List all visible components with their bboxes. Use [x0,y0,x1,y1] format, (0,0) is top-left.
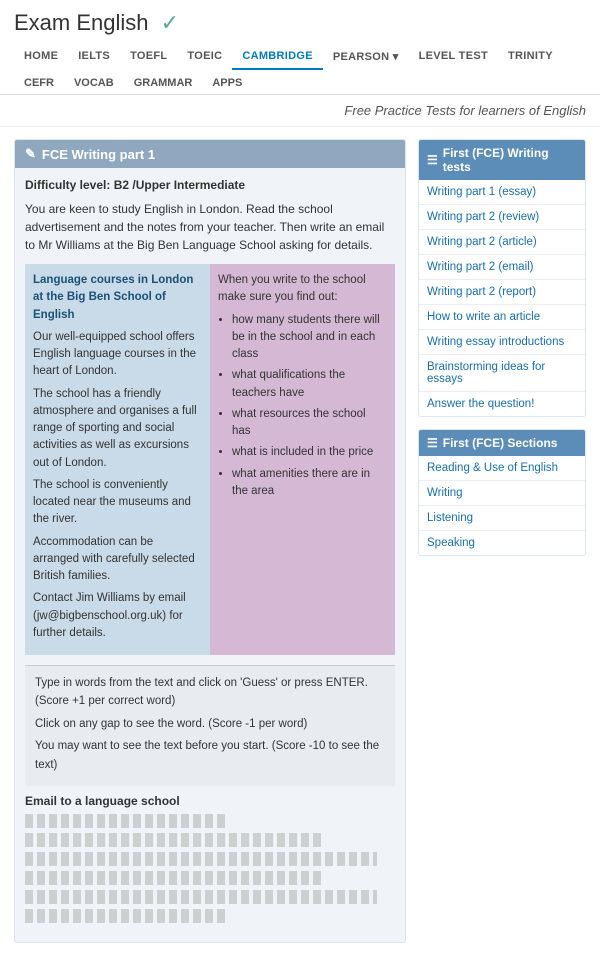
sections-body: Reading & Use of English Writing Listeni… [419,456,585,555]
list-item: how many students there will be in the s… [232,312,387,364]
nav-secondary-item[interactable]: VOCAB [64,72,124,94]
list-icon: ☰ [427,436,438,450]
nav-secondary-item[interactable]: GRAMMAR [124,72,203,94]
nav-item[interactable]: CAMBRIDGE [232,44,323,70]
nav-item[interactable]: TRINITY [498,44,563,70]
sidebar-link[interactable]: Writing part 2 (email) [419,255,585,280]
sidebar-link[interactable]: Writing [419,481,585,506]
writing-tests-widget: ☰ First (FCE) Writing tests Writing part… [418,139,586,417]
sidebar-link[interactable]: Answer the question! [419,392,585,416]
sidebar: ☰ First (FCE) Writing tests Writing part… [418,139,586,943]
fce-panel-header: ✎ FCE Writing part 1 [15,140,405,168]
sidebar-link[interactable]: Writing part 1 (essay) [419,180,585,205]
col-left: Language courses in London at the Big Be… [25,264,210,655]
intro-text: You are keen to study English in London.… [25,200,395,254]
col-left-heading: Language courses in London at the Big Be… [33,274,193,321]
blank-line[interactable] [25,890,377,904]
sidebar-link[interactable]: Writing part 2 (article) [419,230,585,255]
sections-widget: ☰ First (FCE) Sections Reading & Use of … [418,429,586,556]
nav-item[interactable]: IELTS [68,44,120,70]
nav-item[interactable]: TOEIC [177,44,232,70]
nav-item[interactable]: PEARSON ▾ [323,44,409,70]
sections-title: First (FCE) Sections [443,436,558,450]
list-item: what resources the school has [232,406,387,441]
nav-secondary-item[interactable]: CEFR [14,72,64,94]
blank-line[interactable] [25,871,321,885]
sidebar-link[interactable]: How to write an article [419,305,585,330]
writing-tests-header: ☰ First (FCE) Writing tests [419,140,585,180]
email-section: Email to a language school [25,786,395,932]
nav-item[interactable]: LEVEL TEST [409,44,498,70]
subtitle-text: Free Practice Tests for learners of Engl… [344,103,586,118]
col-left-p1: Our well-equipped school offers English … [33,329,202,381]
fce-writing-panel: ✎ FCE Writing part 1 Difficulty level: B… [14,139,406,943]
panel-title: FCE Writing part 1 [42,147,155,162]
sidebar-link[interactable]: Writing part 2 (report) [419,280,585,305]
blank-line[interactable] [25,833,321,847]
blank-line[interactable] [25,852,377,866]
site-header: Exam English ✓ HOMEIELTSTOEFLTOEICCAMBRI… [0,0,600,95]
secondary-nav: CEFRVOCABGRAMMARAPPS [14,72,586,94]
checkmark-icon: ✓ [161,10,179,35]
col-right-list: how many students there will be in the s… [218,312,387,501]
writing-tests-body: Writing part 1 (essay) Writing part 2 (r… [419,180,585,416]
blank-line[interactable] [25,909,229,923]
difficulty-label: Difficulty level: [25,178,110,192]
blank-line[interactable] [25,814,229,828]
list-item: what amenities there are in the area [232,466,387,501]
sidebar-link[interactable]: Brainstorming ideas for essays [419,355,585,392]
instruction-1: Type in words from the text and click on… [35,674,385,711]
instruction-3: You may want to see the text before you … [35,737,385,774]
instruction-2: Click on any gap to see the word. (Score… [35,715,385,733]
col-right: When you write to the school make sure y… [210,264,395,655]
col-right-heading: When you write to the school make sure y… [218,272,387,307]
list-item: what is included in the price [232,444,387,461]
title-text: Exam English [14,10,149,35]
email-title: Email to a language school [25,794,395,808]
nav-secondary-item[interactable]: APPS [202,72,252,94]
list-icon: ☰ [427,153,438,167]
nav-item[interactable]: TOEFL [120,44,177,70]
writing-tests-title: First (FCE) Writing tests [443,146,577,174]
sidebar-link[interactable]: Speaking [419,531,585,555]
list-item: what qualifications the teachers have [232,367,387,402]
nav-item[interactable]: HOME [14,44,68,70]
col-left-p4: Accommodation can be arranged with caref… [33,534,202,586]
instructions-box: Type in words from the text and click on… [25,665,395,786]
site-title: Exam English ✓ [14,10,586,36]
sidebar-link[interactable]: Writing part 2 (review) [419,205,585,230]
content-area: ✎ FCE Writing part 1 Difficulty level: B… [14,139,406,943]
panel-icon: ✎ [25,146,36,162]
sidebar-link[interactable]: Writing essay introductions [419,330,585,355]
main-layout: ✎ FCE Writing part 1 Difficulty level: B… [0,127,600,955]
col-left-p2: The school has a friendly atmosphere and… [33,386,202,472]
difficulty-line: Difficulty level: B2 /Upper Intermediate [25,178,395,192]
sections-header: ☰ First (FCE) Sections [419,430,585,456]
col-left-p5: Contact Jim Williams by email (jw@bigben… [33,590,202,642]
primary-nav: HOMEIELTSTOEFLTOEICCAMBRIDGEPEARSON ▾LEV… [14,44,586,70]
fce-panel-body: Difficulty level: B2 /Upper Intermediate… [15,168,405,942]
two-col-table: Language courses in London at the Big Be… [25,264,395,655]
difficulty-value: B2 /Upper Intermediate [114,178,245,192]
sidebar-link[interactable]: Reading & Use of English [419,456,585,481]
col-left-p3: The school is conveniently located near … [33,477,202,529]
subtitle-bar: Free Practice Tests for learners of Engl… [0,95,600,127]
sidebar-link[interactable]: Listening [419,506,585,531]
